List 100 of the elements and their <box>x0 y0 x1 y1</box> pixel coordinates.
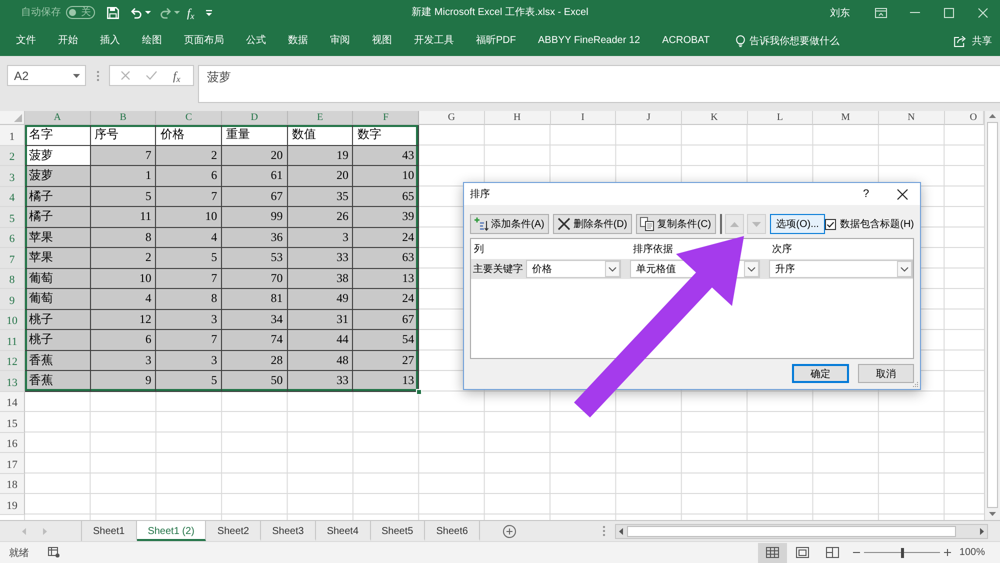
window-layout-icon[interactable] <box>875 8 887 18</box>
checkbox-label[interactable]: 数据包含标题(H) <box>840 217 914 231</box>
caret-down-icon[interactable] <box>73 74 80 78</box>
ribbon-tab[interactable]: 审阅 <box>319 30 361 50</box>
ribbon-tab[interactable]: ABBYY FineReader 12 <box>527 30 652 50</box>
zoom-percent[interactable]: 100% <box>959 547 985 558</box>
save-icon[interactable] <box>107 6 119 18</box>
scrollbar-thumb[interactable] <box>627 526 956 536</box>
caret-down-icon[interactable] <box>174 11 180 14</box>
column-header[interactable]: O <box>944 111 984 125</box>
chevron-down-icon[interactable] <box>605 261 620 277</box>
column-header[interactable]: D <box>222 111 288 125</box>
delete-level-button[interactable]: 删除条件(D) <box>553 214 632 234</box>
row-header[interactable]: 18 <box>0 474 25 494</box>
ribbon-tab[interactable]: 页面布局 <box>173 30 235 50</box>
ribbon-tab[interactable]: 开始 <box>47 30 89 50</box>
ribbon-tab[interactable]: 数据 <box>277 30 319 50</box>
redo-icon[interactable] <box>160 6 172 18</box>
options-button[interactable]: 选项(O)... <box>770 214 825 234</box>
table-cell: 苹果 <box>25 228 91 248</box>
fill-handle-icon[interactable] <box>416 388 422 394</box>
caret-left-icon[interactable] <box>619 528 623 534</box>
chevron-down-icon[interactable] <box>744 261 759 277</box>
column-header[interactable]: K <box>682 111 748 125</box>
minus-icon[interactable] <box>853 552 860 553</box>
row-header[interactable]: 17 <box>0 453 25 474</box>
row-header[interactable]: 11 <box>0 330 25 350</box>
ribbon-tab[interactable]: 公式 <box>235 30 277 50</box>
column-header[interactable]: H <box>484 111 550 125</box>
row-header[interactable]: 12 <box>0 350 25 371</box>
view-button[interactable] <box>758 542 788 562</box>
row-header[interactable]: 10 <box>0 310 25 330</box>
column-header[interactable]: B <box>90 111 156 125</box>
row-header[interactable]: 6 <box>0 228 25 248</box>
triangle-up-icon[interactable] <box>989 114 996 118</box>
ribbon-tab[interactable]: 文件 <box>5 30 47 50</box>
ribbon-tab[interactable]: 开发工具 <box>403 30 465 50</box>
row-header[interactable]: 2 <box>0 146 25 166</box>
line-caret-icon[interactable] <box>205 8 214 16</box>
close-icon[interactable] <box>896 188 908 200</box>
table-cell: 橘子 <box>25 186 91 207</box>
order-select[interactable]: 升序 <box>769 260 913 278</box>
plus-icon[interactable] <box>944 549 952 556</box>
row-header[interactable]: 16 <box>0 432 25 453</box>
maximize-icon[interactable] <box>944 8 954 18</box>
row-header[interactable]: 13 <box>0 371 25 392</box>
row-header[interactable]: 9 <box>0 289 25 310</box>
cancel-button[interactable]: 取消 <box>858 364 914 383</box>
cross-icon <box>557 217 572 231</box>
checkbox[interactable] <box>825 218 836 230</box>
help-button[interactable]: ? <box>848 183 884 205</box>
scrollbar-thumb[interactable] <box>987 122 998 508</box>
row-header[interactable]: 7 <box>0 248 25 268</box>
caret-down-icon[interactable] <box>145 11 151 14</box>
undo-icon[interactable] <box>130 6 142 18</box>
macro-record-icon[interactable] <box>48 547 60 558</box>
column-header[interactable]: G <box>419 111 485 125</box>
copy-level-button[interactable]: 复制条件(C) <box>636 214 716 234</box>
ribbon-tab[interactable]: ACROBAT <box>651 30 721 50</box>
column-select[interactable]: 价格 <box>526 260 621 278</box>
insert-function-button[interactable]: f$_{x}$ <box>173 68 180 82</box>
add-level-button[interactable]: 添加条件(A) <box>470 214 550 234</box>
page-layout-icon[interactable] <box>796 547 810 558</box>
column-header[interactable]: J <box>616 111 682 125</box>
row-header[interactable]: 5 <box>0 207 25 228</box>
column-header[interactable]: N <box>878 111 945 125</box>
page-break-icon[interactable] <box>826 547 840 558</box>
row-header[interactable]: 1 <box>0 125 25 146</box>
grid-view-icon[interactable] <box>766 547 780 558</box>
column-header[interactable]: F <box>353 111 420 125</box>
chevron-down-icon[interactable] <box>897 261 912 277</box>
plus-circle-icon[interactable] <box>502 524 516 538</box>
column-header[interactable]: I <box>550 111 616 125</box>
triangle-down-icon[interactable] <box>989 512 996 516</box>
row-header[interactable]: 15 <box>0 412 25 432</box>
row-header[interactable]: 4 <box>0 186 25 207</box>
share-button[interactable]: 共享 <box>951 30 995 50</box>
ribbon-tab[interactable]: 绘图 <box>131 30 173 50</box>
user-name[interactable]: 刘东 <box>830 6 850 20</box>
column-header[interactable]: L <box>748 111 814 125</box>
sheet-tab[interactable]: Sheet1 (2) <box>136 521 206 541</box>
ribbon-tab[interactable]: 视图 <box>361 30 403 50</box>
row-header[interactable]: 14 <box>0 392 25 412</box>
insert-function-button[interactable]: f$_{x}$ <box>187 6 194 20</box>
tell-me-button[interactable]: 告诉我你想要做什么 <box>732 30 843 50</box>
name-box[interactable]: A2 <box>7 65 86 86</box>
formula-input[interactable]: 菠萝 <box>198 65 1000 103</box>
column-header[interactable]: A <box>25 111 91 125</box>
column-header[interactable]: M <box>813 111 879 125</box>
column-header[interactable]: E <box>288 111 354 125</box>
check-icon[interactable] <box>146 71 157 80</box>
slider-thumb[interactable] <box>900 548 904 558</box>
caret-right-icon[interactable] <box>980 528 984 534</box>
ribbon-tab[interactable]: 福昕PDF <box>465 30 527 50</box>
ribbon-tab[interactable]: 插入 <box>89 30 131 50</box>
row-header[interactable]: 8 <box>0 268 25 289</box>
row-header[interactable]: 3 <box>0 166 25 186</box>
row-header[interactable]: 19 <box>0 494 25 514</box>
column-header[interactable]: C <box>156 111 222 125</box>
ok-button[interactable]: 确定 <box>792 364 849 383</box>
